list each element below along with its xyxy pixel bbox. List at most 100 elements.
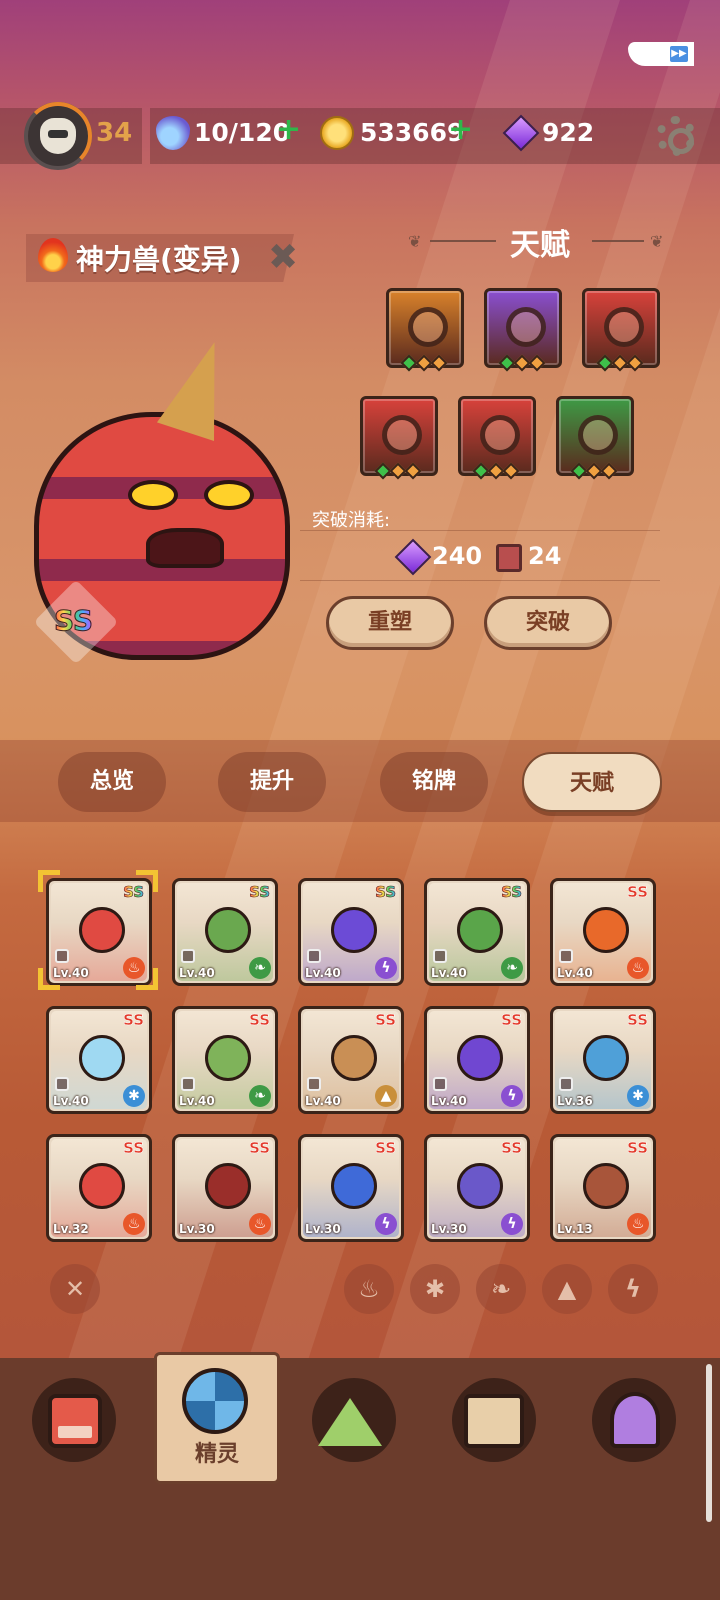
- monster-rank: SS: [53, 604, 94, 638]
- add-coins-button[interactable]: +: [448, 112, 473, 147]
- sprite-rank: SS: [501, 883, 523, 902]
- talent-slot-1[interactable]: [386, 288, 464, 372]
- sprite-card[interactable]: SS Lv.30 ♨: [172, 1134, 278, 1242]
- lightning-icon: ϟ: [501, 1213, 523, 1235]
- sprite-face: [331, 1163, 377, 1209]
- sprite-card[interactable]: SS Lv.13 ♨: [550, 1134, 656, 1242]
- talent-grade-dots: [570, 462, 625, 480]
- nav-chest[interactable]: [452, 1378, 536, 1462]
- sprite-rank: SS: [501, 1139, 522, 1158]
- map-pin-icon: [610, 1392, 660, 1448]
- ornament-left-icon: ❦: [408, 232, 422, 251]
- tab-overview[interactable]: 总览: [58, 752, 166, 812]
- nav-console[interactable]: [32, 1378, 116, 1462]
- fire-filter-icon[interactable]: ♨: [344, 1264, 394, 1314]
- talent-grade-dots: [596, 354, 651, 372]
- sprite-card[interactable]: SS Lv.40 ϟ: [298, 878, 404, 986]
- reshape-button[interactable]: 重塑: [326, 596, 454, 650]
- earth-filter-icon[interactable]: ▲: [542, 1264, 592, 1314]
- lightning-filter-icon[interactable]: ϟ: [608, 1264, 658, 1314]
- leaf-slash-icon: [578, 415, 618, 455]
- sprite-rank: SS: [249, 1011, 270, 1030]
- lock-icon: [55, 1077, 69, 1091]
- tab-talent[interactable]: 天赋: [522, 752, 662, 812]
- nav-mountain[interactable]: [312, 1378, 396, 1462]
- breakthrough-button[interactable]: 突破: [484, 596, 612, 650]
- sprite-card[interactable]: SS Lv.40 ✱: [46, 1006, 152, 1114]
- sprite-face: [79, 1163, 125, 1209]
- settings-gear-icon[interactable]: [656, 116, 696, 156]
- divider: [300, 530, 660, 531]
- leaf-icon: ❧: [501, 957, 523, 979]
- sprite-face: [583, 1163, 629, 1209]
- sprite-level: Lv.40: [557, 966, 593, 980]
- sprite-face: [457, 1035, 503, 1081]
- breakthrough-cost-label: 突破消耗:: [312, 510, 391, 531]
- fire-icon: ♨: [123, 1213, 145, 1235]
- close-filter-icon[interactable]: ✕: [50, 1264, 100, 1314]
- fire-icon: ♨: [627, 1213, 649, 1235]
- sprite-card[interactable]: SS Lv.36 ✱: [550, 1006, 656, 1114]
- speed-toggle[interactable]: ▶▶: [628, 42, 694, 66]
- scroll-cost: 24: [528, 542, 562, 570]
- talent-slot-5[interactable]: [458, 396, 536, 480]
- sprite-rank: SS: [249, 883, 271, 902]
- console-icon: [48, 1394, 102, 1448]
- sprite-card[interactable]: SS Lv.40 ❧: [424, 878, 530, 986]
- sprite-card[interactable]: SS Lv.40 ❧: [172, 878, 278, 986]
- leaf-filter-icon[interactable]: ❧: [476, 1264, 526, 1314]
- lightning-icon: ϟ: [501, 1085, 523, 1107]
- skull-mask-icon: [40, 118, 76, 154]
- sprite-level: Lv.30: [179, 1222, 215, 1236]
- sprite-face: [79, 907, 125, 953]
- nav-map[interactable]: [592, 1378, 676, 1462]
- lock-icon: [559, 949, 573, 963]
- snow-filter-icon[interactable]: ✱: [410, 1264, 460, 1314]
- sprite-level: Lv.40: [179, 1094, 215, 1108]
- tab-nameplate[interactable]: 铭牌: [380, 752, 488, 812]
- leaf-icon: ❧: [249, 957, 271, 979]
- sprite-card[interactable]: SS Lv.40 ▲: [298, 1006, 404, 1114]
- selection-corner: [38, 968, 60, 990]
- talent-grade-dots: [472, 462, 527, 480]
- sprite-face: [331, 1035, 377, 1081]
- lock-icon: [55, 949, 69, 963]
- sprite-face: [457, 907, 503, 953]
- sprite-card[interactable]: SS Lv.40 ♨: [550, 878, 656, 986]
- claw-arc-icon: [604, 307, 644, 347]
- talent-slot-6[interactable]: [556, 396, 634, 480]
- divider: [300, 580, 660, 581]
- sprite-rank: SS: [123, 1011, 144, 1030]
- sprite-card[interactable]: SS Lv.32 ♨: [46, 1134, 152, 1242]
- sprite-rank: SS: [123, 1139, 144, 1158]
- lock-icon: [181, 949, 195, 963]
- sprite-card[interactable]: SS Lv.30 ϟ: [298, 1134, 404, 1242]
- sprite-rank: SS: [501, 1011, 522, 1030]
- monster-name: 神力兽(变异): [76, 243, 242, 276]
- talent-slot-4[interactable]: [360, 396, 438, 480]
- scrollbar[interactable]: [706, 1364, 712, 1522]
- sprite-rank: SS: [627, 1139, 648, 1158]
- talent-slot-3[interactable]: [582, 288, 660, 372]
- sprite-card[interactable]: SS Lv.40 ϟ: [424, 1006, 530, 1114]
- lightning-icon: ϟ: [375, 957, 397, 979]
- nav-sprites-label: 精灵: [194, 1442, 239, 1467]
- talent-slot-2[interactable]: [484, 288, 562, 372]
- player-avatar[interactable]: [24, 102, 92, 170]
- close-icon[interactable]: ✖: [268, 240, 300, 276]
- tab-upgrade[interactable]: 提升: [218, 752, 326, 812]
- sprite-card[interactable]: SS Lv.40 ❧: [172, 1006, 278, 1114]
- lock-icon: [559, 1077, 573, 1091]
- sprite-level: Lv.32: [53, 1222, 89, 1236]
- add-energy-button[interactable]: +: [276, 112, 301, 147]
- sprite-face: [583, 907, 629, 953]
- sprite-card[interactable]: SS Lv.30 ϟ: [424, 1134, 530, 1242]
- sprite-face: [79, 1035, 125, 1081]
- sprite-level: Lv.30: [305, 1222, 341, 1236]
- sprite-face: [205, 907, 251, 953]
- leaf-icon: ❧: [249, 1085, 271, 1107]
- sprite-rank: SS: [375, 1139, 396, 1158]
- sprite-level: Lv.30: [431, 1222, 467, 1236]
- lock-icon: [433, 1077, 447, 1091]
- talent-grade-dots: [374, 462, 429, 480]
